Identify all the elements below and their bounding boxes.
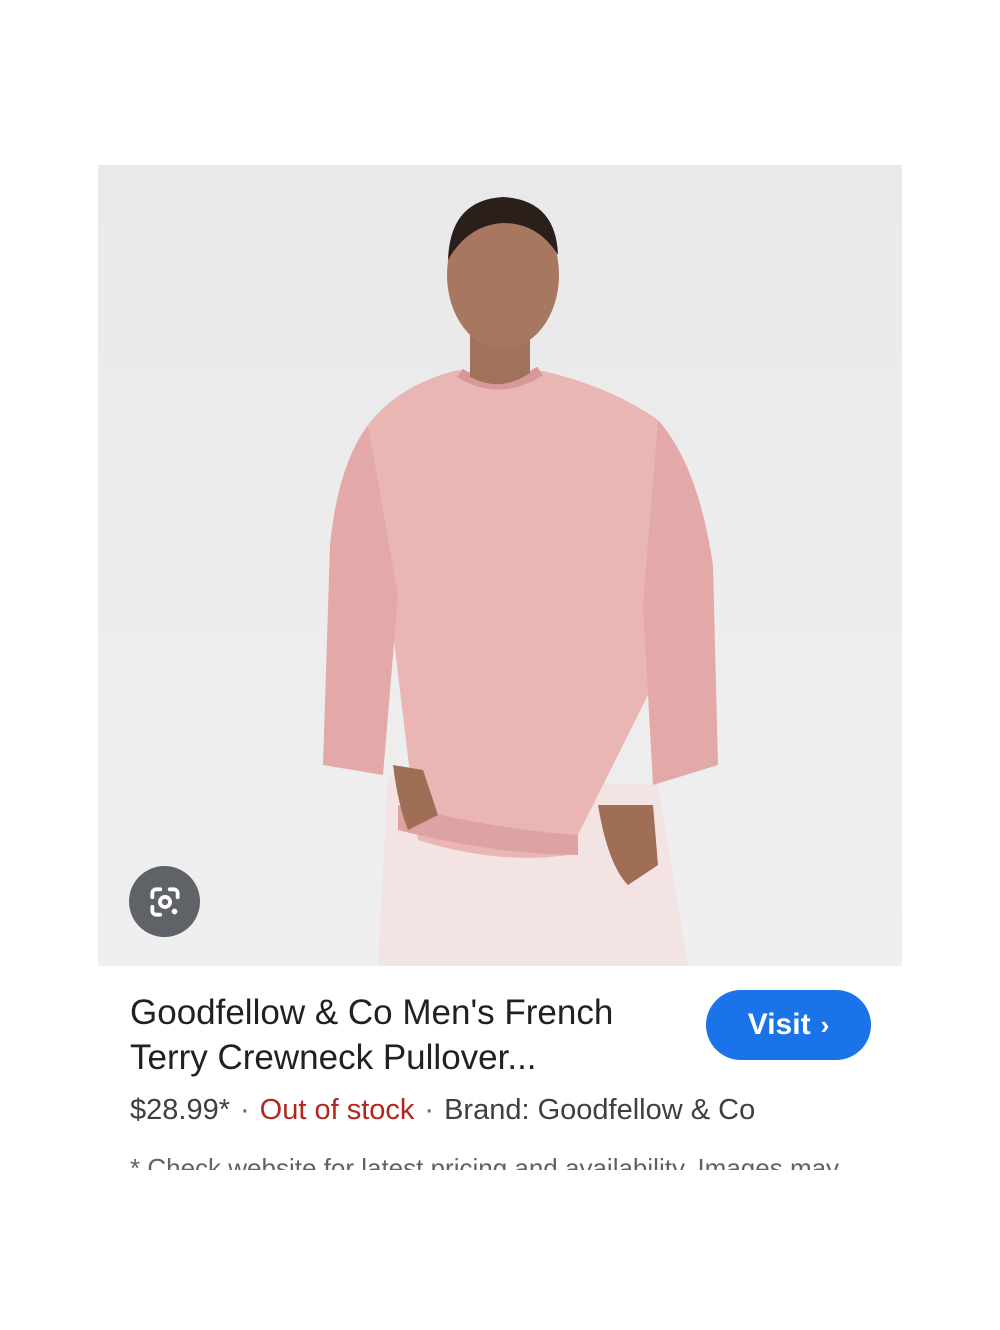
chevron-right-icon: ›	[820, 1009, 830, 1040]
google-lens-button[interactable]	[129, 866, 200, 937]
visit-button[interactable]: Visit ›	[706, 990, 871, 1060]
disclaimer-text: * Check website for latest pricing and a…	[130, 1153, 840, 1170]
separator-dot: ·	[240, 1094, 250, 1126]
disclaimer: * Check website for latest pricing and a…	[130, 1150, 870, 1170]
visit-label: Visit	[747, 1008, 811, 1041]
stock-status: Out of stock	[259, 1094, 415, 1126]
google-lens-icon	[149, 886, 180, 917]
product-image[interactable]	[98, 165, 902, 966]
product-photo	[323, 197, 718, 966]
separator-dot: ·	[424, 1094, 435, 1126]
product-meta: $28.99* · Out of stock · Brand: Goodfellow &…	[130, 1090, 755, 1130]
price: $28.99*	[130, 1094, 230, 1126]
product-title[interactable]: Goodfellow & Co Men's French Terry Crewn…	[130, 990, 690, 1080]
brand-label: Brand: Goodfellow & Co	[444, 1094, 756, 1126]
